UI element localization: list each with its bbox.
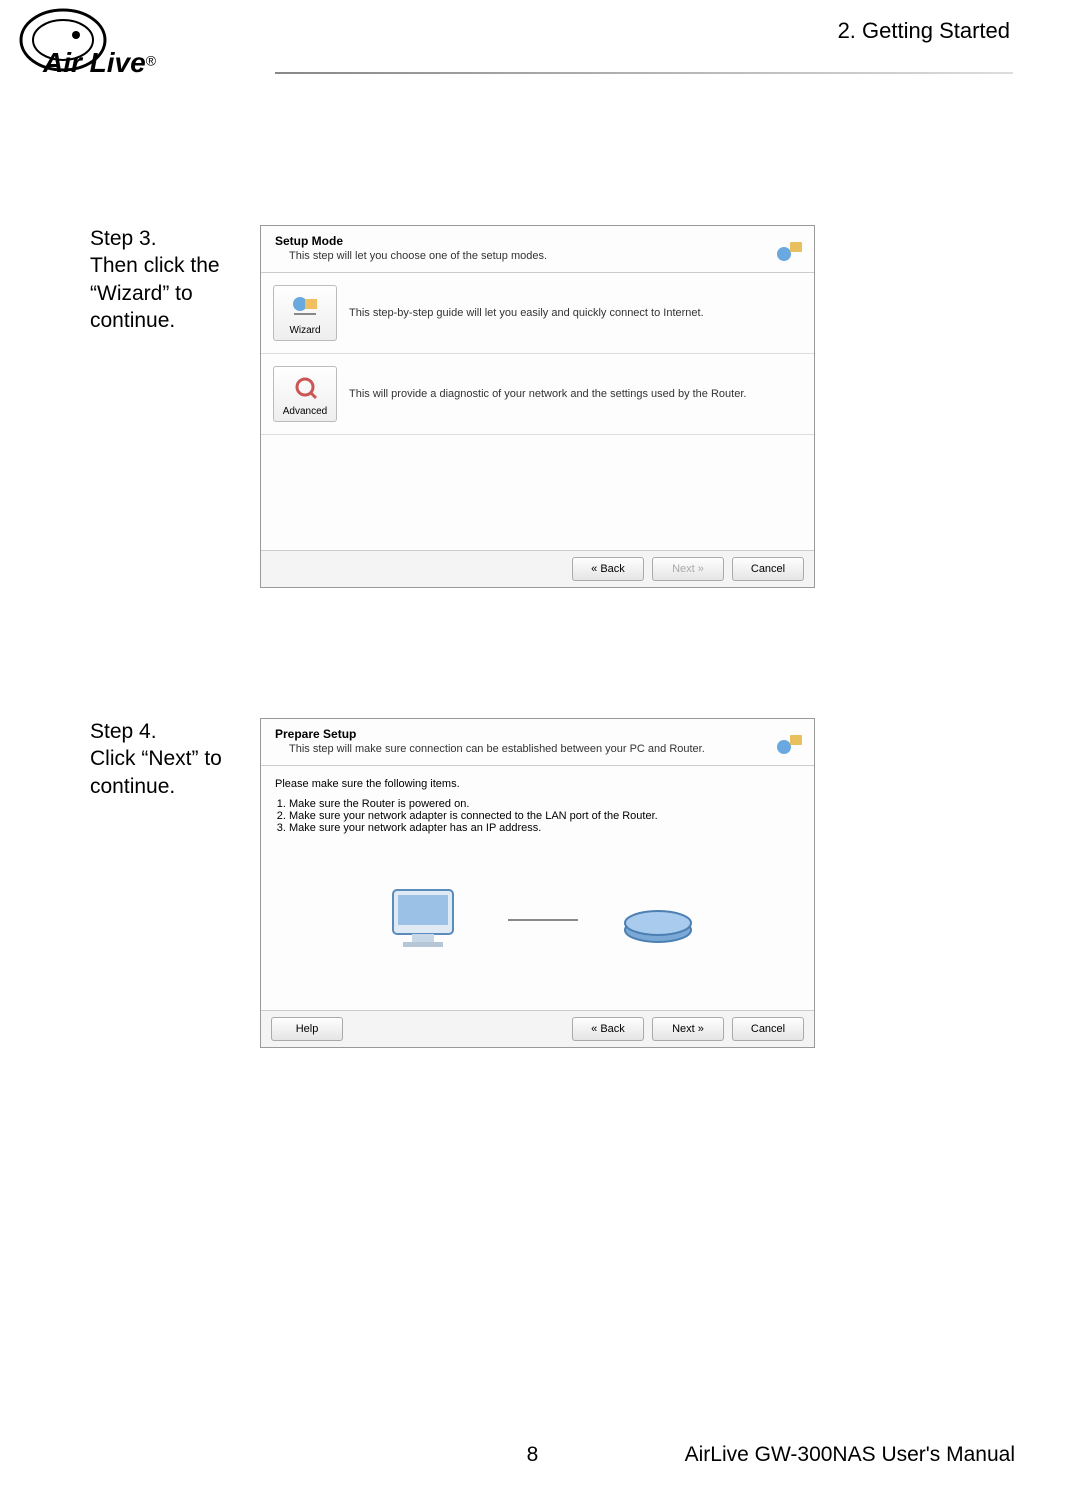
- option-wizard-row: Wizard This step-by-step guide will let …: [261, 273, 814, 354]
- network-globe-icon: [774, 234, 804, 264]
- ss2-item3: Make sure your network adapter has an IP…: [289, 822, 800, 834]
- logo-text: Air Live: [43, 47, 146, 78]
- ss2-item1: Make sure the Router is powered on.: [289, 798, 800, 810]
- pc-icon: [378, 880, 468, 960]
- logo-trademark: ®: [146, 53, 156, 69]
- ss2-footer: Help « Back Next » Cancel: [261, 1010, 814, 1047]
- wizard-button[interactable]: Wizard: [273, 285, 337, 341]
- advanced-icon: [290, 375, 320, 403]
- step3-block: Step 3. Then click the “Wizard” to conti…: [0, 225, 1065, 588]
- wizard-icon: [290, 294, 320, 322]
- page-footer: 8 AirLive GW-300NAS User's Manual: [0, 1443, 1065, 1467]
- network-globe-icon: [774, 727, 804, 757]
- step3-text: Step 3. Then click the “Wizard” to conti…: [0, 225, 260, 334]
- connection-line-icon: [508, 910, 578, 930]
- step4-text: Step 4. Click “Next” to continue.: [0, 718, 260, 800]
- help-button[interactable]: Help: [271, 1017, 343, 1041]
- chapter-title: 2. Getting Started: [838, 18, 1010, 44]
- advanced-button[interactable]: Advanced: [273, 366, 337, 422]
- option-advanced-row: Advanced This will provide a diagnostic …: [261, 354, 814, 435]
- screenshot-setup-mode: Setup Mode This step will let you choose…: [260, 225, 815, 588]
- wizard-label: Wizard: [289, 325, 320, 336]
- step3-desc: Then click the “Wizard” to continue.: [90, 252, 260, 334]
- next-button[interactable]: Next »: [652, 1017, 724, 1041]
- brand-logo: Air Live®: [18, 5, 268, 105]
- next-button: Next »: [652, 557, 724, 581]
- page-header: 2. Getting Started Air Live®: [0, 0, 1065, 130]
- manual-reference: AirLive GW-300NAS User's Manual: [685, 1443, 1015, 1467]
- ss2-subtitle: This step will make sure connection can …: [289, 743, 804, 755]
- router-icon: [618, 895, 698, 945]
- cancel-button[interactable]: Cancel: [732, 1017, 804, 1041]
- ss2-lead: Please make sure the following items.: [275, 778, 800, 790]
- screenshot-prepare-setup: Prepare Setup This step will make sure c…: [260, 718, 815, 1048]
- step4-label: Step 4.: [90, 718, 260, 745]
- ss2-title: Prepare Setup: [275, 727, 804, 741]
- step4-desc: Click “Next” to continue.: [90, 745, 260, 800]
- ss2-item2: Make sure your network adapter is connec…: [289, 810, 800, 822]
- advanced-label: Advanced: [283, 406, 327, 417]
- step3-label: Step 3.: [90, 225, 260, 252]
- header-divider: [275, 72, 1013, 74]
- ss2-checklist: Make sure the Router is powered on. Make…: [289, 798, 800, 834]
- advanced-desc: This will provide a diagnostic of your n…: [349, 388, 802, 400]
- ss1-title: Setup Mode: [275, 234, 804, 248]
- back-button[interactable]: « Back: [572, 1017, 644, 1041]
- back-button[interactable]: « Back: [572, 557, 644, 581]
- step4-block: Step 4. Click “Next” to continue. Prepar…: [0, 718, 1065, 1048]
- ss1-subtitle: This step will let you choose one of the…: [289, 250, 804, 262]
- page-number: 8: [483, 1443, 583, 1467]
- cancel-button[interactable]: Cancel: [732, 557, 804, 581]
- ss2-diagram: [275, 850, 800, 990]
- wizard-desc: This step-by-step guide will let you eas…: [349, 307, 802, 319]
- ss1-footer: « Back Next » Cancel: [261, 550, 814, 587]
